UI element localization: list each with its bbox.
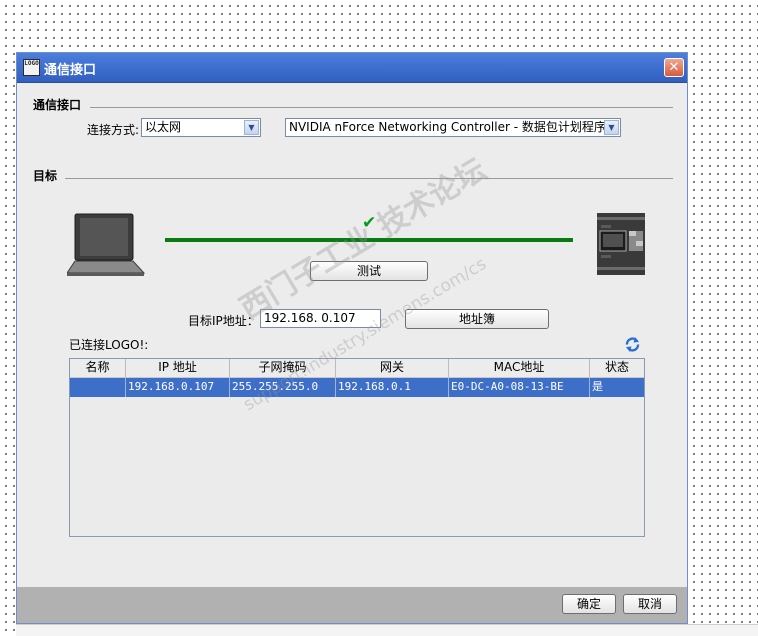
ok-button[interactable]: 确定 (562, 594, 616, 614)
connection-status-check-icon: ✔ (362, 213, 377, 233)
section-divider (65, 178, 673, 179)
refresh-icon[interactable] (624, 336, 641, 353)
communication-dialog: LOGO 通信接口 ✕ 通信接口 连接方式: 以太网 ▼ NVIDIA nFor… (16, 52, 688, 624)
cancel-button[interactable]: 取消 (623, 594, 677, 614)
connection-method-select[interactable]: 以太网 ▼ (141, 118, 261, 137)
dialog-footer: 确定 取消 (17, 587, 687, 623)
title-bar[interactable]: LOGO 通信接口 ✕ (17, 53, 687, 83)
target-ip-input[interactable]: 192.168. 0.107 (260, 309, 381, 328)
connected-logo-label: 已连接LOGO!: (69, 338, 149, 352)
close-button[interactable]: ✕ (664, 58, 684, 77)
target-ip-label: 目标IP地址： (188, 314, 259, 328)
logo-plc-icon (597, 213, 645, 275)
column-header-status[interactable]: 状态 (590, 359, 644, 377)
chevron-down-icon[interactable]: ▼ (244, 120, 259, 135)
cell-gateway: 192.168.0.1 (336, 378, 449, 397)
connection-method-value: 以太网 (145, 120, 182, 134)
logo-app-icon: LOGO (23, 59, 40, 76)
table-header: 名称 IP 地址 子网掩码 网关 MAC地址 状态 (70, 359, 644, 378)
column-header-mac[interactable]: MAC地址 (449, 359, 590, 377)
network-adapter-value: NVIDIA nForce Networking Controller - 数据… (289, 120, 618, 134)
section-title-interface: 通信接口 (33, 98, 82, 112)
address-book-button[interactable]: 地址簿 (405, 309, 549, 329)
connection-method-label: 连接方式: (87, 123, 140, 137)
cell-name (70, 378, 126, 397)
cell-status: 是 (592, 380, 603, 393)
section-title-target: 目标 (33, 169, 58, 183)
column-header-name[interactable]: 名称 (70, 359, 126, 377)
table-row[interactable]: 192.168.0.107 255.255.255.0 192.168.0.1 … (70, 378, 644, 397)
connected-devices-table[interactable]: 名称 IP 地址 子网掩码 网关 MAC地址 状态 192.168.0.107 … (69, 358, 645, 537)
taskbar-strip (16, 624, 758, 636)
test-button[interactable]: 测试 (310, 261, 428, 281)
column-header-gateway[interactable]: 网关 (336, 359, 449, 377)
network-adapter-select[interactable]: NVIDIA nForce Networking Controller - 数据… (285, 118, 621, 137)
window-title: 通信接口 (44, 63, 97, 78)
section-divider (90, 107, 673, 108)
laptop-icon (67, 213, 146, 276)
column-header-ip[interactable]: IP 地址 (126, 359, 230, 377)
connection-line (165, 238, 573, 242)
cell-subnet: 255.255.255.0 (230, 378, 336, 397)
cell-ip: 192.168.0.107 (126, 378, 230, 397)
chevron-down-icon[interactable]: ▼ (604, 120, 619, 135)
column-header-subnet[interactable]: 子网掩码 (230, 359, 336, 377)
cell-mac: E0-DC-A0-08-13-BE (449, 378, 590, 397)
